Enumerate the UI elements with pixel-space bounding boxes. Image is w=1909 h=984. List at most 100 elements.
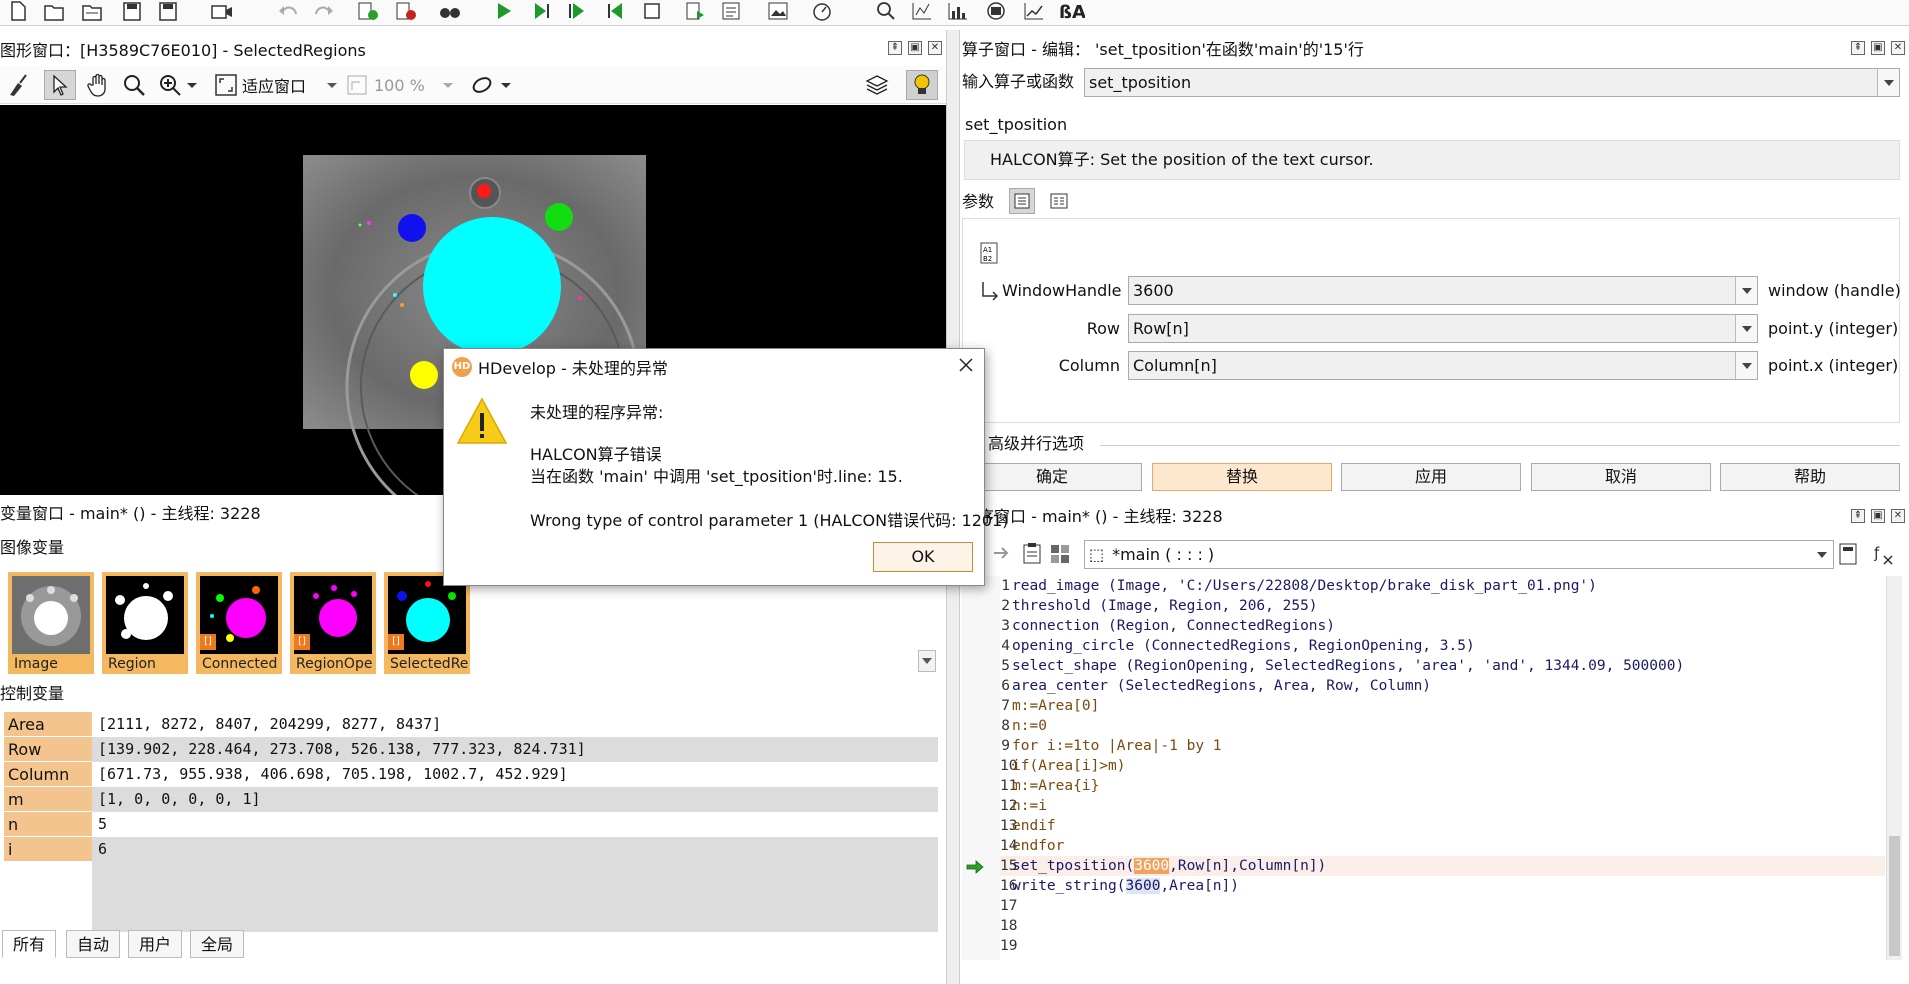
graph-icon[interactable] [1022, 0, 1046, 22]
apply-button[interactable]: 应用 [1341, 463, 1521, 491]
insert-operator-icon[interactable] [356, 0, 380, 22]
step-into-icon[interactable] [566, 0, 590, 22]
code-line[interactable]: 19 [1000, 936, 1885, 956]
code-line[interactable]: 17 [1000, 896, 1885, 916]
chevron-down-icon[interactable] [186, 70, 198, 100]
draw-mode-icon[interactable] [470, 70, 498, 100]
ocr-icon[interactable]: ßA [1056, 0, 1086, 22]
step-over-icon[interactable] [530, 0, 554, 22]
save-all-icon[interactable] [156, 0, 180, 22]
zoom-in-icon[interactable] [158, 70, 182, 100]
clipboard-icon[interactable] [1022, 542, 1042, 564]
thumbnail-region-opening[interactable]: [] RegionOpe [290, 572, 376, 674]
grid-view-icon[interactable] [1050, 544, 1070, 564]
code-line[interactable]: 3 connection (Region, ConnectedRegions) [1000, 616, 1885, 636]
restore-icon[interactable]: ▣ [1871, 41, 1885, 55]
close-icon[interactable]: ✕ [1891, 41, 1905, 55]
close-icon[interactable] [954, 353, 978, 377]
lightbulb-icon[interactable] [906, 70, 938, 100]
operator-input[interactable]: set_tposition [1084, 68, 1900, 97]
code-scrollbar[interactable] [1886, 576, 1902, 960]
step-program-icon[interactable] [684, 0, 708, 22]
line-profile-icon[interactable] [984, 0, 1008, 22]
table-row[interactable]: m [1, 0, 0, 0, 0, 1] [4, 787, 938, 812]
speed-gauge-icon[interactable] [810, 0, 834, 22]
image-info-icon[interactable] [766, 0, 790, 22]
code-line[interactable]: 14 endfor [1000, 836, 1885, 856]
param-list-view-icon[interactable] [1009, 188, 1035, 214]
code-line[interactable]: 11 m:=Area{i} [1000, 776, 1885, 796]
dialog-ok-button[interactable]: OK [873, 542, 973, 572]
fit-window-icon[interactable] [214, 70, 238, 100]
redo-icon[interactable] [312, 0, 336, 22]
clear-breakpoints-icon[interactable]: ƒ [1874, 542, 1896, 566]
table-row[interactable]: n5 [4, 812, 938, 837]
code-line[interactable]: 13 endif [1000, 816, 1885, 836]
chevron-down-icon[interactable] [326, 70, 338, 100]
code-line[interactable]: 6 area_center (SelectedRegions, Area, Row… [1000, 676, 1885, 696]
procedure-select[interactable]: ⬚ *main ( : : : ) [1084, 540, 1834, 569]
fit-window-label[interactable]: 适应窗口 [242, 70, 306, 100]
chevron-down-icon[interactable] [1811, 541, 1833, 568]
step-out-icon[interactable] [604, 0, 628, 22]
chevron-down-icon[interactable] [1735, 315, 1757, 342]
table-row[interactable]: Column [671.73, 955.938, 406.698, 705.198… [4, 762, 938, 787]
chevron-down-icon[interactable] [1735, 352, 1757, 379]
ok-button[interactable]: 确定 [962, 463, 1142, 491]
clear-window-icon[interactable] [6, 70, 30, 100]
table-row[interactable]: Row [139.902, 228.464, 273.708, 526.138, … [4, 737, 938, 762]
stop-icon[interactable] [640, 0, 664, 22]
close-icon[interactable]: ✕ [1891, 509, 1905, 523]
advanced-parallel-options[interactable]: 高级并行选项 [988, 432, 1084, 456]
undo-icon[interactable] [276, 0, 300, 22]
chevron-down-icon[interactable] [442, 70, 454, 100]
table-row[interactable]: i6 [4, 837, 938, 862]
program-list-icon[interactable] [720, 0, 744, 22]
open-folder-icon[interactable] [80, 0, 104, 22]
thumbnail-connected-regions[interactable]: [] Connected [196, 572, 282, 674]
iconic-params-icon[interactable]: A1 B2 [980, 242, 998, 264]
thumbnail-region[interactable]: Region [102, 572, 188, 674]
open-file-icon[interactable] [42, 0, 66, 22]
code-line[interactable]: 4 opening_circle (ConnectedRegions, Regio… [1000, 636, 1885, 656]
histogram-icon[interactable] [910, 0, 934, 22]
help-button[interactable]: 帮助 [1720, 463, 1900, 491]
forward-icon[interactable] [992, 544, 1012, 562]
magnifier-icon[interactable] [122, 70, 146, 100]
layers-icon[interactable] [864, 70, 890, 100]
delete-operator-icon[interactable] [394, 0, 418, 22]
zoom-icon[interactable] [874, 0, 898, 22]
thumbnail-selected-regions[interactable]: [] SelectedRe [384, 572, 470, 674]
code-line[interactable]: 18 [1000, 916, 1885, 936]
pointer-tool-icon[interactable] [44, 70, 76, 100]
float-icon[interactable]: ⇞ [1851, 509, 1865, 523]
param-column-field[interactable]: Column[n] [1128, 351, 1758, 380]
chevron-down-icon[interactable] [1877, 69, 1899, 96]
code-line[interactable]: 9 for i:=1to |Area|-1 by 1 [1000, 736, 1885, 756]
code-line[interactable]: 2 threshold (Image, Region, 206, 255) [1000, 596, 1885, 616]
save-icon[interactable] [120, 0, 144, 22]
restore-icon[interactable]: ▣ [1871, 509, 1885, 523]
code-line[interactable]: 5 select_shape (RegionOpening, SelectedRe… [1000, 656, 1885, 676]
scroll-down-icon[interactable] [918, 650, 936, 672]
close-icon[interactable]: ✕ [928, 41, 942, 55]
zoom-factor-label[interactable]: 100 % [374, 70, 425, 100]
chevron-down-icon[interactable] [1735, 277, 1757, 304]
code-line[interactable]: 16 write_string(3600,Area[n]) [1000, 876, 1885, 896]
float-icon[interactable]: ⇞ [1851, 41, 1865, 55]
record-icon[interactable] [210, 0, 234, 22]
program-code[interactable]: 1 read_image (Image, 'C:/Users/22808/Desk… [1000, 576, 1885, 960]
replace-button[interactable]: 替换 [1152, 463, 1332, 491]
code-line[interactable]: 1 read_image (Image, 'C:/Users/22808/Desk… [1000, 576, 1885, 596]
code-line[interactable]: 10 if(Area[i]>m) [1000, 756, 1885, 776]
binoculars-icon[interactable] [438, 0, 462, 22]
pan-hand-icon[interactable] [86, 70, 110, 100]
run-icon[interactable] [492, 0, 516, 22]
param-detail-view-icon[interactable] [1046, 188, 1072, 214]
tab-auto[interactable]: 自动 [66, 930, 121, 958]
code-line[interactable]: 8 n:=0 [1000, 716, 1885, 736]
cancel-button[interactable]: 取消 [1531, 463, 1711, 491]
param-row-field[interactable]: Row[n] [1128, 314, 1758, 343]
thumbnail-image[interactable]: Image [8, 572, 94, 674]
code-line-current[interactable]: 15 set_tposition(3600,Row[n],Column[n]) [1000, 856, 1885, 876]
